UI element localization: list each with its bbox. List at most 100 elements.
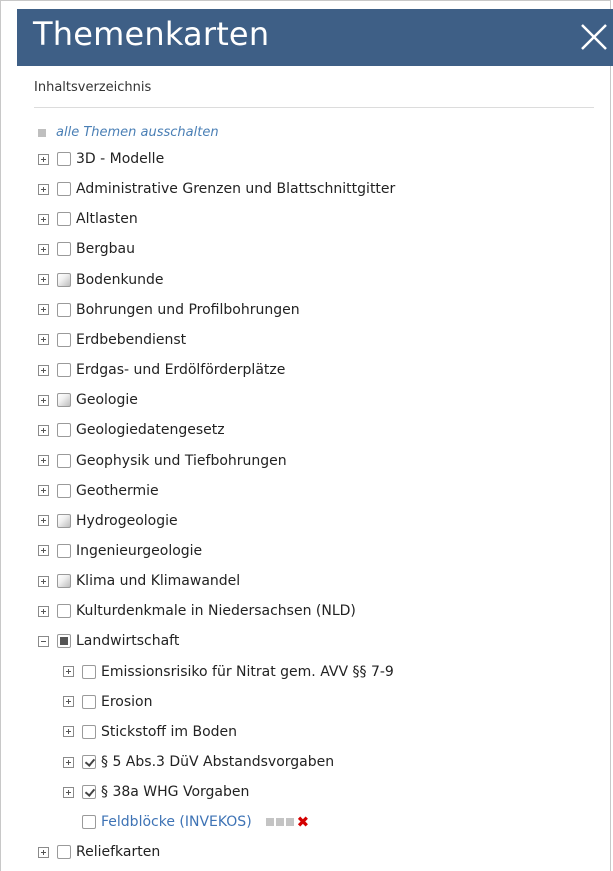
expand-icon[interactable]: [38, 394, 49, 406]
panel-header: Themenkarten: [17, 9, 613, 66]
grey-square-icon: [265, 818, 274, 827]
layer-label: Stickstoff im Boden: [101, 723, 238, 740]
tree-item[interactable]: Geothermie: [38, 478, 159, 504]
toggle-all-themes[interactable]: alle Themen ausschalten: [38, 125, 219, 140]
tree-item[interactable]: Geologie: [38, 387, 138, 413]
layer-label: Administrative Grenzen und Blattschnittg…: [76, 181, 396, 198]
toggle-all-label: alle Themen ausschalten: [56, 125, 219, 140]
tree-item[interactable]: 3D - Modelle: [38, 146, 164, 172]
tree-item[interactable]: Bodenkunde: [38, 267, 163, 293]
layer-label: Erosion: [101, 693, 153, 710]
layer-checkbox[interactable]: [57, 604, 71, 619]
tree-item[interactable]: Altlasten: [38, 206, 138, 232]
layer-label[interactable]: Feldblöcke (INVEKOS): [101, 814, 252, 830]
tree-item[interactable]: Kulturdenkmale in Niedersachsen (NLD): [38, 598, 356, 624]
layer-checkbox[interactable]: [57, 483, 71, 498]
layer-checkbox[interactable]: [57, 453, 71, 468]
tree-child-item[interactable]: Stickstoff im Boden: [63, 719, 237, 745]
expand-icon[interactable]: [38, 846, 49, 858]
layer-label: Kulturdenkmale in Niedersachsen (NLD): [76, 603, 356, 620]
expand-icon[interactable]: [38, 424, 49, 436]
expand-icon[interactable]: [38, 304, 49, 316]
tree-child-item[interactable]: Emissionsrisiko für Nitrat gem. AVV §§ 7…: [63, 659, 394, 685]
square-icon: [38, 128, 46, 137]
expand-icon[interactable]: [38, 364, 49, 376]
layer-checkbox[interactable]: [82, 815, 96, 830]
layer-checkbox[interactable]: [57, 513, 71, 528]
layer-checkbox[interactable]: [57, 272, 71, 287]
close-icon[interactable]: [578, 21, 610, 53]
layer-checkbox[interactable]: [57, 152, 71, 166]
expand-icon[interactable]: [38, 334, 49, 346]
tree-item[interactable]: Geophysik und Tiefbohrungen: [38, 448, 287, 474]
layer-label: Erdbebendienst: [76, 331, 187, 348]
layer-checkbox[interactable]: [57, 393, 71, 408]
expand-icon[interactable]: [38, 274, 49, 286]
layer-checkbox[interactable]: [57, 182, 71, 197]
grey-square-icon: [285, 818, 294, 827]
expand-icon[interactable]: [38, 485, 49, 497]
expand-icon[interactable]: [38, 575, 49, 587]
tree-item[interactable]: Klima und Klimawandel: [38, 568, 240, 594]
layer-label: Altlasten: [76, 211, 138, 228]
layer-label: Bodenkunde: [76, 271, 164, 288]
expand-icon[interactable]: [38, 455, 49, 466]
tree-item[interactable]: Hydrogeologie: [38, 508, 178, 534]
tree-item[interactable]: Geologiedatengesetz: [38, 417, 225, 443]
layer-checkbox[interactable]: [57, 242, 71, 257]
expand-icon[interactable]: [63, 666, 74, 678]
tree-item[interactable]: Reliefkarten: [38, 839, 160, 865]
tree-item[interactable]: Bohrungen und Profilbohrungen: [38, 297, 300, 323]
layer-checkbox[interactable]: [82, 785, 96, 800]
layer-label: Geophysik und Tiefbohrungen: [76, 452, 287, 469]
tree-item[interactable]: Erdgas- und Erdölförderplätze: [38, 357, 285, 383]
layer-label: 3D - Modelle: [76, 151, 165, 167]
collapse-icon[interactable]: [38, 635, 49, 647]
tree-item[interactable]: Bergbau: [38, 236, 135, 262]
layer-checkbox[interactable]: [57, 543, 71, 558]
tree-item[interactable]: Landwirtschaft: [38, 628, 179, 654]
tree-child-item[interactable]: § 38a WHG Vorgaben: [63, 779, 249, 805]
expand-icon[interactable]: [63, 756, 74, 768]
layer-checkbox[interactable]: [82, 724, 96, 739]
layer-checkbox[interactable]: [82, 694, 96, 709]
expand-icon[interactable]: [38, 153, 49, 165]
layer-checkbox[interactable]: [57, 302, 71, 317]
layer-checkbox[interactable]: [82, 755, 96, 769]
tree-child-item[interactable]: Erosion: [63, 689, 152, 715]
layer-checkbox[interactable]: [57, 634, 71, 649]
expand-icon[interactable]: [63, 786, 74, 798]
layer-checkbox[interactable]: [57, 423, 71, 438]
expand-icon[interactable]: [38, 183, 49, 195]
layer-checkbox[interactable]: [57, 845, 71, 860]
tree-child-item[interactable]: Feldblöcke (INVEKOS) ✖: [63, 809, 309, 835]
remove-layer-icon[interactable]: ✖: [297, 813, 310, 831]
layer-label: Emissionsrisiko für Nitrat gem. AVV §§ 7…: [101, 663, 394, 680]
expand-icon[interactable]: [38, 213, 49, 225]
layer-checkbox[interactable]: [57, 574, 71, 589]
divider: [34, 107, 594, 108]
layer-label: Hydrogeologie: [76, 512, 178, 529]
tree-item[interactable]: Ingenieurgeologie: [38, 538, 202, 564]
tree-child-item[interactable]: § 5 Abs.3 DüV Abstandsvorgaben: [63, 749, 334, 775]
tree-item[interactable]: Administrative Grenzen und Blattschnittg…: [38, 176, 395, 202]
layer-label: Erdgas- und Erdölförderplätze: [76, 362, 286, 379]
layer-label: Klima und Klimawandel: [76, 573, 241, 590]
panel-title: Themenkarten: [33, 15, 270, 53]
layer-checkbox[interactable]: [57, 363, 71, 378]
expand-icon[interactable]: [38, 515, 49, 527]
layer-checkbox[interactable]: [57, 212, 71, 227]
layer-checkbox[interactable]: [82, 664, 96, 679]
layer-checkbox[interactable]: [57, 332, 71, 347]
expand-icon[interactable]: [63, 696, 74, 708]
layer-label: Ingenieurgeologie: [76, 542, 203, 559]
expand-icon[interactable]: [63, 726, 74, 738]
expand-icon[interactable]: [38, 605, 49, 617]
layer-label: Geologiedatengesetz: [76, 422, 225, 439]
expand-icon[interactable]: [38, 545, 49, 557]
expand-icon[interactable]: [38, 243, 49, 255]
layer-label: Bohrungen und Profilbohrungen: [76, 301, 300, 318]
theme-panel: Themenkarten Inhaltsverzeichnis alle The…: [0, 0, 613, 871]
tree-item[interactable]: Erdbebendienst: [38, 327, 186, 353]
layer-label: § 38a WHG Vorgaben: [101, 784, 250, 801]
